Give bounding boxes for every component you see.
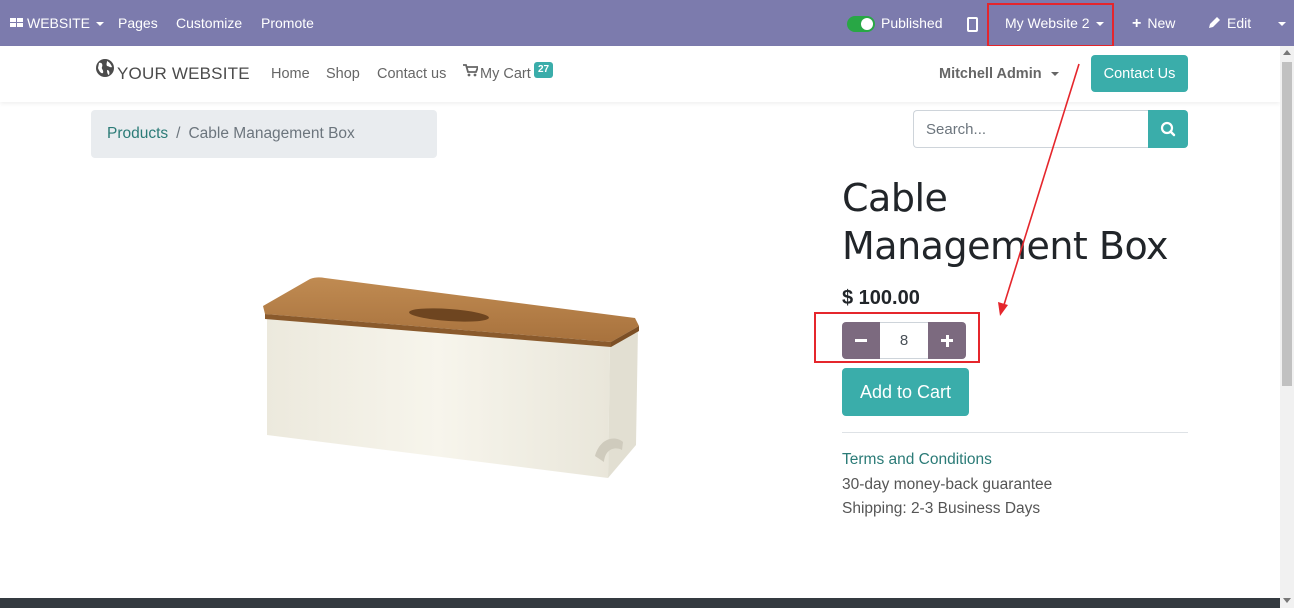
terms-and-conditions-link[interactable]: Terms and Conditions [842,451,992,469]
footer [0,598,1280,608]
scroll-up-arrow-icon[interactable] [1283,50,1291,55]
chevron-down-icon [1050,72,1059,77]
annotation-highlight-quantity [814,312,980,363]
nav-shop[interactable]: Shop [326,46,360,102]
plus-icon: + [1132,15,1142,32]
divider [842,432,1188,433]
apps-grid-icon [10,18,24,28]
website-app-menu[interactable]: WEBSITE [10,0,105,46]
search-button[interactable] [1148,110,1188,148]
add-to-cart-button[interactable]: Add to Cart [842,368,969,416]
published-label: Published [881,15,943,31]
website-header: YOUR WEBSITE Home Shop Contact us My Car… [0,46,1280,102]
nav-home[interactable]: Home [271,46,310,102]
mobile-icon [967,16,978,32]
more-options-dropdown[interactable] [1272,0,1286,46]
annotation-highlight-website-selector [987,3,1114,47]
edit-label: Edit [1227,15,1252,31]
cart-icon [463,45,480,101]
contact-us-button[interactable]: Contact Us [1091,55,1188,92]
menu-customize[interactable]: Customize [176,0,242,46]
guarantee-text: 30-day money-back guarantee [842,476,1053,493]
user-name: Mitchell Admin [939,66,1042,82]
published-toggle[interactable]: Published [847,0,943,46]
product-title: Cable Management Box [842,176,1169,268]
chevron-down-icon [96,22,105,27]
pencil-icon [1208,1,1221,47]
breadcrumb-separator: / [176,125,181,142]
search-input[interactable] [913,110,1149,148]
chevron-down-icon [1278,22,1286,27]
shipping-text: Shipping: 2-3 Business Days [842,500,1041,517]
nav-contact-us[interactable]: Contact us [377,46,446,102]
website-logo[interactable]: YOUR WEBSITE [95,46,250,102]
nav-my-cart[interactable]: My Cart [463,46,531,102]
product-image [255,270,650,490]
breadcrumb-current: Cable Management Box [188,125,355,142]
menu-pages[interactable]: Pages [118,0,158,46]
scrollbar-thumb[interactable] [1282,62,1292,386]
toggle-switch-icon [847,16,875,33]
logo-text: YOUR WEBSITE [117,64,250,83]
menu-promote[interactable]: Promote [261,0,314,46]
scroll-down-arrow-icon[interactable] [1283,598,1291,603]
user-menu[interactable]: Mitchell Admin [939,46,1059,102]
cart-count-badge: 27 [534,62,554,78]
edit-button[interactable]: Edit [1208,0,1251,46]
new-label: New [1147,15,1176,31]
mobile-preview-button[interactable] [967,0,978,46]
product-price: $ 100.00 [842,287,920,309]
globe-icon [95,45,115,101]
new-button[interactable]: + New [1132,0,1175,46]
breadcrumb-products-link[interactable]: Products [107,125,168,142]
breadcrumb: Products / Cable Management Box [91,110,437,158]
cart-label: My Cart [480,66,531,82]
search-icon [1160,121,1176,137]
website-app-label: WEBSITE [27,15,91,31]
